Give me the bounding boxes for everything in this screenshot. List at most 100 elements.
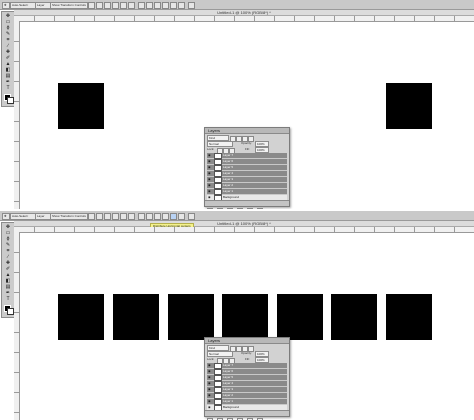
eye-icon[interactable]: ◉ [208,406,212,409]
align-left-button[interactable] [112,213,119,220]
layers-panel-title: Layers [205,128,289,134]
black-square-layer-2[interactable] [113,294,159,340]
move-icon: ✥ [4,214,7,218]
align-top-button[interactable] [88,2,95,9]
fill-label: Fill: [245,357,250,361]
options-bar: ✥ Auto-Select: Layer Show Transform Cont… [0,211,474,221]
distribute-top-button[interactable] [138,213,145,220]
opacity-label: Opacity: [241,351,253,355]
layers-panel: Layers Kind Normal Opacity: 100% Lock: F… [204,127,290,209]
black-square-layer-1[interactable] [58,83,104,129]
auto-select-checkbox[interactable]: Auto-Select: [10,213,36,220]
document-title: Untitled-1 @ 100% (RGB/8*) * [217,10,271,15]
distribute-hcenter-button[interactable] [170,213,177,220]
layer-name: Layer 7 [223,153,234,157]
tools-panel: ✥ ▭ ϕ ✎ ⌗ ∕ ✚ ✐ ▲ ◧ ▤ ✒ T [1,222,15,318]
eye-icon[interactable]: ◉ [208,376,212,379]
align-bottom-button[interactable] [104,213,111,220]
distribute-vcenter-button[interactable] [146,213,153,220]
layer-name: Layer 5 [223,165,234,169]
black-square-layer-7[interactable] [386,83,432,129]
align-vcenter-button[interactable] [96,2,103,9]
layers-list: ◉ Layer 7 ◉ Layer 6 ◉ Layer 5 ◉ Layer 4 ◉ Lay… [207,363,287,411]
align-hcenter-button[interactable] [120,2,127,9]
distribute-hcenter-button[interactable] [170,2,177,9]
eye-icon[interactable]: ◉ [208,166,212,169]
auto-align-button[interactable] [188,213,195,220]
lock-label: Lock: [207,357,215,361]
align-hcenter-button[interactable] [120,213,127,220]
lock-label: Lock: [207,147,215,151]
layer-name: Layer 6 [223,159,234,163]
layer-name: Layer 6 [223,369,234,373]
black-square-layer-1[interactable] [58,294,104,340]
distribute-right-button[interactable] [178,213,185,220]
background-color-swatch[interactable] [7,308,14,315]
align-right-button[interactable] [128,213,135,220]
eye-icon[interactable]: ◉ [208,184,212,187]
move-icon: ✥ [4,3,7,7]
layers-panel-footer [205,410,289,420]
align-vcenter-button[interactable] [96,213,103,220]
layer-name: Layer 2 [223,393,234,397]
options-bar: ✥ Auto-Select: Layer Show Transform Cont… [0,0,474,10]
layers-panel-title: Layers [205,338,289,344]
move-tool-preset[interactable]: ✥ [2,213,10,220]
black-square-layer-5[interactable] [277,294,323,340]
align-left-button[interactable] [112,2,119,9]
auto-select-dropdown[interactable]: Layer [35,2,51,9]
black-square-layer-7[interactable] [386,294,432,340]
eye-icon[interactable]: ◉ [208,400,212,403]
eye-icon[interactable]: ◉ [208,382,212,385]
black-square-layer-6[interactable] [331,294,377,340]
layers-panel: Layers Kind Normal Opacity: 100% Lock: F… [204,337,290,420]
black-square-layer-3[interactable] [168,294,214,340]
auto-align-button[interactable] [188,2,195,9]
align-top-button[interactable] [88,213,95,220]
distribute-left-button[interactable] [162,213,169,220]
layer-name: Layer 4 [223,171,234,175]
auto-select-checkbox[interactable]: Auto-Select: [10,2,36,9]
layer-name: Layer 1 [223,189,234,193]
eye-icon[interactable]: ◉ [208,154,212,157]
opacity-label: Opacity: [241,141,253,145]
layers-panel-footer [205,200,289,209]
eye-icon[interactable]: ◉ [208,190,212,193]
move-tool-preset[interactable]: ✥ [2,2,10,9]
layer-name: Layer 3 [223,177,234,181]
transform-controls-checkbox[interactable]: Show Transform Controls [50,213,88,220]
eye-icon[interactable]: ◉ [208,364,212,367]
tools-panel: ✥ ▭ ϕ ✎ ⌗ ∕ ✚ ✐ ▲ ◧ ▤ ✒ T [1,11,15,107]
eye-icon[interactable]: ◉ [208,196,212,199]
layer-name: Layer 4 [223,381,234,385]
distribute-vcenter-button[interactable] [146,2,153,9]
screenshot-before: ✥ Auto-Select: Layer Show Transform Cont… [0,0,474,209]
eye-icon[interactable]: ◉ [208,178,212,181]
transform-controls-checkbox[interactable]: Show Transform Controls [50,2,88,9]
eye-icon[interactable]: ◉ [208,394,212,397]
distribute-top-button[interactable] [138,2,145,9]
type-icon[interactable]: T [5,86,11,91]
black-square-layer-4[interactable] [222,294,268,340]
document-title: Untitled-1 @ 100% (RGB/8*) * [217,221,271,226]
layer-name: Layer 7 [223,363,234,367]
eye-icon[interactable]: ◉ [208,160,212,163]
auto-select-dropdown[interactable]: Layer [35,213,51,220]
distribute-right-button[interactable] [178,2,185,9]
align-bottom-button[interactable] [104,2,111,9]
screenshot-after: ✥ Auto-Select: Layer Show Transform Cont… [0,211,474,420]
layer-name: Layer 5 [223,375,234,379]
eye-icon[interactable]: ◉ [208,172,212,175]
eye-icon[interactable]: ◉ [208,388,212,391]
distribute-bottom-button[interactable] [154,2,161,9]
distribute-left-button[interactable] [162,2,169,9]
layer-name: Layer 2 [223,183,234,187]
align-right-button[interactable] [128,2,135,9]
eye-icon[interactable]: ◉ [208,370,212,373]
layer-name: Layer 1 [223,399,234,403]
type-icon[interactable]: T [5,297,11,302]
layers-list: ◉ Layer 7 ◉ Layer 6 ◉ Layer 5 ◉ Layer 4 ◉ Lay… [207,153,287,201]
distribute-bottom-button[interactable] [154,213,161,220]
background-color-swatch[interactable] [7,97,14,104]
layer-name: Layer 3 [223,387,234,391]
